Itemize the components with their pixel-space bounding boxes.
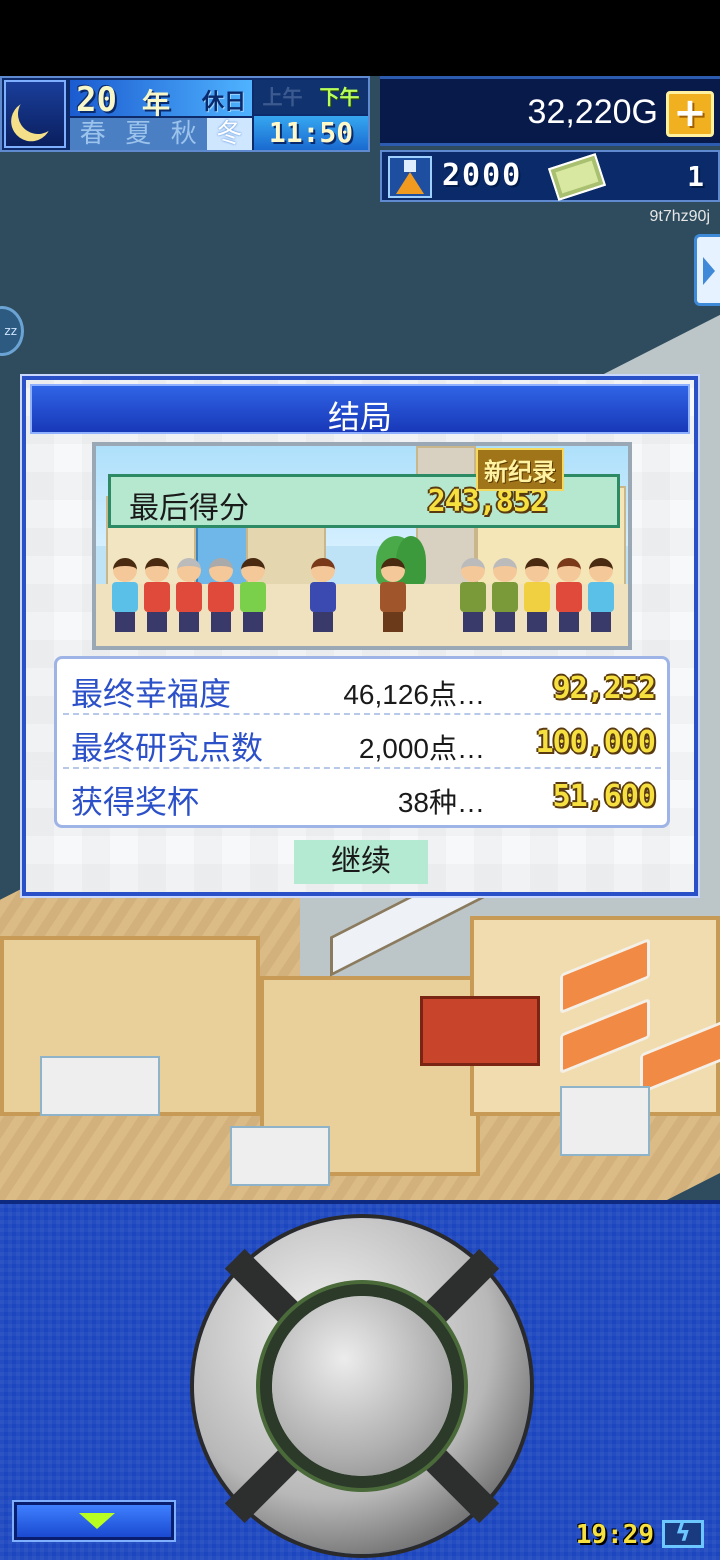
stat-row-happiness: 最终幸福度 46,126点… 92,252 [63, 661, 661, 715]
character [238, 558, 268, 634]
character [110, 558, 140, 634]
am-pm-indicator: 上午 下午 [254, 80, 368, 114]
money-value: 32,220G [527, 93, 658, 131]
stat-amount: 38种… [397, 787, 485, 818]
year-number: 20 [76, 80, 117, 120]
character [522, 558, 552, 634]
directional-pad[interactable] [194, 1218, 530, 1554]
ticket-icon [547, 153, 607, 201]
dialog-title: 结局 [327, 398, 392, 436]
season-winter: 冬 [206, 118, 252, 150]
red-room [420, 996, 540, 1066]
date-time-panel: 20 年 休日 春 夏 秋 冬 上午 下午 11:50 [0, 76, 370, 152]
device-clock: 19:29 [575, 1520, 654, 1550]
pm-label: 下午 [319, 85, 360, 109]
shelf [230, 1126, 330, 1186]
continue-button[interactable]: 继续 [294, 840, 428, 884]
character [490, 558, 520, 634]
new-record-badge: 新纪录 [476, 448, 564, 491]
score-illustration: 最后得分 243,852 新纪录 [92, 442, 632, 650]
holiday-label: 休日 [201, 90, 246, 115]
night-indicator [4, 80, 66, 148]
character [174, 558, 204, 634]
season-indicator: 春 夏 秋 冬 [70, 118, 252, 150]
character [586, 558, 616, 634]
stat-label: 最终研究点数 [71, 729, 264, 767]
character [458, 558, 488, 634]
year-unit: 年 [142, 87, 171, 120]
dpad-center-button[interactable] [272, 1296, 452, 1476]
flask-icon [388, 156, 432, 198]
player-id: 9t7hz90j [649, 208, 711, 225]
character [142, 558, 172, 634]
year-display: 20 年 休日 [70, 80, 252, 120]
dialog-title-bar: 结局 [30, 384, 690, 436]
add-money-button[interactable]: + [666, 91, 714, 137]
stat-label: 获得奖杯 [71, 783, 200, 821]
season-autumn: 秋 [170, 119, 197, 149]
dialog-body: 结局 最后得分 243,852 新纪录 最终幸福度 46,126点… 92,25… [26, 380, 694, 892]
research-points-value: 2000 [442, 158, 523, 193]
game-clock: 11:50 [254, 116, 368, 150]
season-summer: 夏 [125, 119, 152, 149]
stat-row-trophies: 获得奖杯 38种… 51,600 [63, 769, 661, 823]
stat-amount: 2,000点… [358, 733, 485, 764]
character [378, 558, 408, 634]
money-bar: 32,220G + [380, 76, 720, 146]
stat-amount: 46,126点… [343, 679, 485, 710]
season-spring: 春 [79, 119, 106, 149]
am-label: 上午 [262, 85, 303, 109]
ending-dialog: 结局 最后得分 243,852 新纪录 最终幸福度 46,126点… 92,25… [22, 376, 698, 896]
locker [560, 1086, 650, 1156]
side-panel-toggle[interactable] [694, 234, 720, 306]
final-score-label: 最后得分 [129, 491, 249, 526]
collapse-controls-button[interactable] [14, 1502, 174, 1540]
stat-row-research: 最终研究点数 2,000点… 100,000 [63, 715, 661, 769]
ticket-count: 1 [687, 160, 704, 193]
stat-score: 51,600 [552, 779, 656, 814]
control-panel: 19:29 [0, 1200, 720, 1560]
stat-label: 最终幸福度 [71, 675, 232, 713]
stat-score: 100,000 [535, 725, 656, 760]
character [554, 558, 584, 634]
points-bar: 2000 1 [380, 150, 720, 202]
character [308, 558, 338, 634]
battery-charging-icon [662, 1519, 704, 1548]
score-breakdown: 最终幸福度 46,126点… 92,252 最终研究点数 2,000点… 100… [54, 656, 670, 828]
stat-score: 92,252 [552, 671, 656, 706]
character [206, 558, 236, 634]
bath-counter [40, 1056, 160, 1116]
moon-icon [15, 91, 61, 137]
